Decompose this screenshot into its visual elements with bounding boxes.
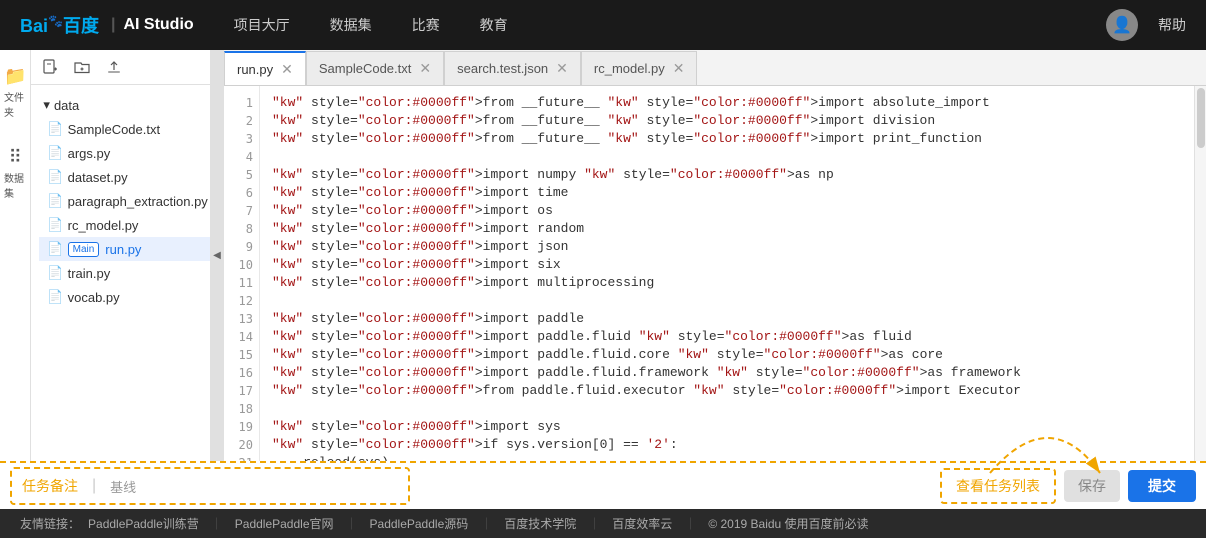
footer-link-1[interactable]: PaddlePaddle训练营 bbox=[88, 515, 199, 532]
left-panel: 📁 文件夹 ⠿ 数据集 bbox=[0, 50, 210, 461]
footer-link-2[interactable]: PaddlePaddle官网 bbox=[235, 515, 334, 532]
file-item-runpy[interactable]: 📄 Main run.py bbox=[39, 237, 215, 261]
new-folder-button[interactable] bbox=[71, 56, 93, 78]
top-nav: Bai🐾百度 | AI Studio 项目大厅 数据集 比赛 教育 👤 帮助 bbox=[0, 0, 1206, 50]
main-badge: Main bbox=[68, 242, 100, 257]
file-icon-runpy: 📄 bbox=[47, 241, 63, 257]
tab-rcmodel[interactable]: rc_model.py ✕ bbox=[581, 51, 698, 85]
baseline-label: 基线 bbox=[110, 477, 136, 496]
bottom-bar: 任务备注 | 基线 查看任务列表 保存 提交 bbox=[0, 461, 1206, 509]
dataset-icon: ⠿ bbox=[9, 147, 22, 168]
tab-samplecode-label: SampleCode.txt bbox=[319, 61, 412, 76]
footer-prefix: 友情链接： bbox=[20, 515, 80, 532]
main-content: 📁 文件夹 ⠿ 数据集 bbox=[0, 50, 1206, 461]
footer-link-3[interactable]: PaddlePaddle源码 bbox=[370, 515, 469, 532]
folder-icon: 📁 bbox=[4, 66, 26, 87]
line-numbers: 123456789101112131415161718192021222324 bbox=[224, 86, 260, 461]
nav-link-datasets[interactable]: 数据集 bbox=[330, 15, 372, 35]
tab-searchtestjson-label: search.test.json bbox=[457, 61, 548, 76]
footer-link-5[interactable]: 百度效率云 bbox=[612, 515, 672, 532]
footer: 友情链接： PaddlePaddle训练营 ｜ PaddlePaddle官网 ｜… bbox=[0, 509, 1206, 538]
file-icon-vocab: 📄 bbox=[47, 289, 63, 305]
file-icon-args: 📄 bbox=[47, 145, 63, 161]
tab-runpy-close[interactable]: ✕ bbox=[281, 61, 293, 78]
scrollbar[interactable] bbox=[1194, 86, 1206, 461]
editor-area: run.py ✕ SampleCode.txt ✕ search.test.js… bbox=[224, 50, 1206, 461]
code-content[interactable]: "kw" style="color:#0000ff">from __future… bbox=[260, 86, 1194, 461]
file-item-samplecode[interactable]: 📄 SampleCode.txt bbox=[39, 117, 215, 141]
files-label: 文件夹 bbox=[4, 89, 26, 119]
file-item-args[interactable]: 📄 args.py bbox=[39, 141, 215, 165]
nav-links: 项目大厅 数据集 比赛 教育 bbox=[234, 15, 1106, 35]
bottom-right-actions: 查看任务列表 保存 提交 bbox=[940, 468, 1196, 504]
tab-samplecode[interactable]: SampleCode.txt ✕ bbox=[306, 51, 444, 85]
file-tree: ▾ data 📄 SampleCode.txt 📄 args.py 📄 data… bbox=[31, 85, 223, 461]
file-icon-dataset: 📄 bbox=[47, 169, 63, 185]
tab-rcmodel-close[interactable]: ✕ bbox=[673, 60, 685, 77]
task-note-area: 任务备注 | 基线 bbox=[10, 467, 410, 505]
footer-link-4[interactable]: 百度技术学院 bbox=[504, 515, 576, 532]
save-button[interactable]: 保存 bbox=[1064, 470, 1120, 502]
editor-tabs: run.py ✕ SampleCode.txt ✕ search.test.js… bbox=[224, 50, 1206, 86]
task-note-input[interactable] bbox=[136, 479, 398, 494]
dataset-label: 数据集 bbox=[4, 170, 26, 200]
file-icon-samplecode: 📄 bbox=[47, 121, 63, 137]
tab-runpy[interactable]: run.py ✕ bbox=[224, 51, 306, 85]
tab-runpy-label: run.py bbox=[237, 62, 273, 77]
nav-link-education[interactable]: 教育 bbox=[480, 15, 508, 35]
file-item-dataset[interactable]: 📄 dataset.py bbox=[39, 165, 215, 189]
avatar[interactable]: 👤 bbox=[1106, 9, 1138, 41]
logo-divider: | bbox=[111, 16, 115, 34]
file-item-vocab[interactable]: 📄 vocab.py bbox=[39, 285, 215, 309]
logo-studio: AI Studio bbox=[123, 16, 193, 34]
tab-rcmodel-label: rc_model.py bbox=[594, 61, 665, 76]
logo-baidu: Bai🐾百度 bbox=[20, 12, 99, 38]
submit-button[interactable]: 提交 bbox=[1128, 470, 1196, 502]
file-tree-root[interactable]: ▾ data bbox=[39, 93, 215, 117]
new-file-button[interactable] bbox=[39, 56, 61, 78]
sidebar-tab-dataset[interactable]: ⠿ 数据集 bbox=[0, 141, 30, 206]
runpy-name: run.py bbox=[105, 242, 141, 257]
footer-copyright: © 2019 Baidu 使用百度前必读 bbox=[708, 515, 868, 532]
nav-help[interactable]: 帮助 bbox=[1158, 15, 1186, 35]
file-icon-rcmodel: 📄 bbox=[47, 217, 63, 233]
nav-right: 👤 帮助 bbox=[1106, 9, 1186, 41]
nav-link-competition[interactable]: 比赛 bbox=[412, 15, 440, 35]
upload-button[interactable] bbox=[103, 56, 125, 78]
file-item-rcmodel[interactable]: 📄 rc_model.py bbox=[39, 213, 215, 237]
tab-searchtestjson-close[interactable]: ✕ bbox=[556, 60, 568, 77]
view-tasks-button[interactable]: 查看任务列表 bbox=[940, 468, 1056, 504]
file-panel: ▾ data 📄 SampleCode.txt 📄 args.py 📄 data… bbox=[31, 50, 224, 461]
panel-collapse-button[interactable]: ◀ bbox=[210, 50, 224, 461]
logo: Bai🐾百度 | AI Studio bbox=[20, 12, 194, 38]
collapse-arrow: ▾ bbox=[43, 97, 50, 113]
file-item-train[interactable]: 📄 train.py bbox=[39, 261, 215, 285]
task-note-label: 任务备注 bbox=[22, 476, 78, 496]
nav-link-projects[interactable]: 项目大厅 bbox=[234, 15, 290, 35]
scrollbar-thumb[interactable] bbox=[1197, 88, 1205, 148]
root-folder-name: data bbox=[54, 98, 79, 113]
icon-strip: 📁 文件夹 ⠿ 数据集 bbox=[0, 50, 31, 461]
tab-samplecode-close[interactable]: ✕ bbox=[419, 60, 431, 77]
sidebar-tab-files[interactable]: 📁 文件夹 bbox=[0, 60, 30, 125]
file-toolbar bbox=[31, 50, 223, 85]
file-icon-paragraph: 📄 bbox=[47, 193, 63, 209]
input-divider: | bbox=[92, 477, 96, 495]
tab-searchtestjson[interactable]: search.test.json ✕ bbox=[444, 51, 581, 85]
file-icon-train: 📄 bbox=[47, 265, 63, 281]
editor-body: 123456789101112131415161718192021222324 … bbox=[224, 86, 1206, 461]
file-item-paragraph[interactable]: 📄 paragraph_extraction.py bbox=[39, 189, 215, 213]
